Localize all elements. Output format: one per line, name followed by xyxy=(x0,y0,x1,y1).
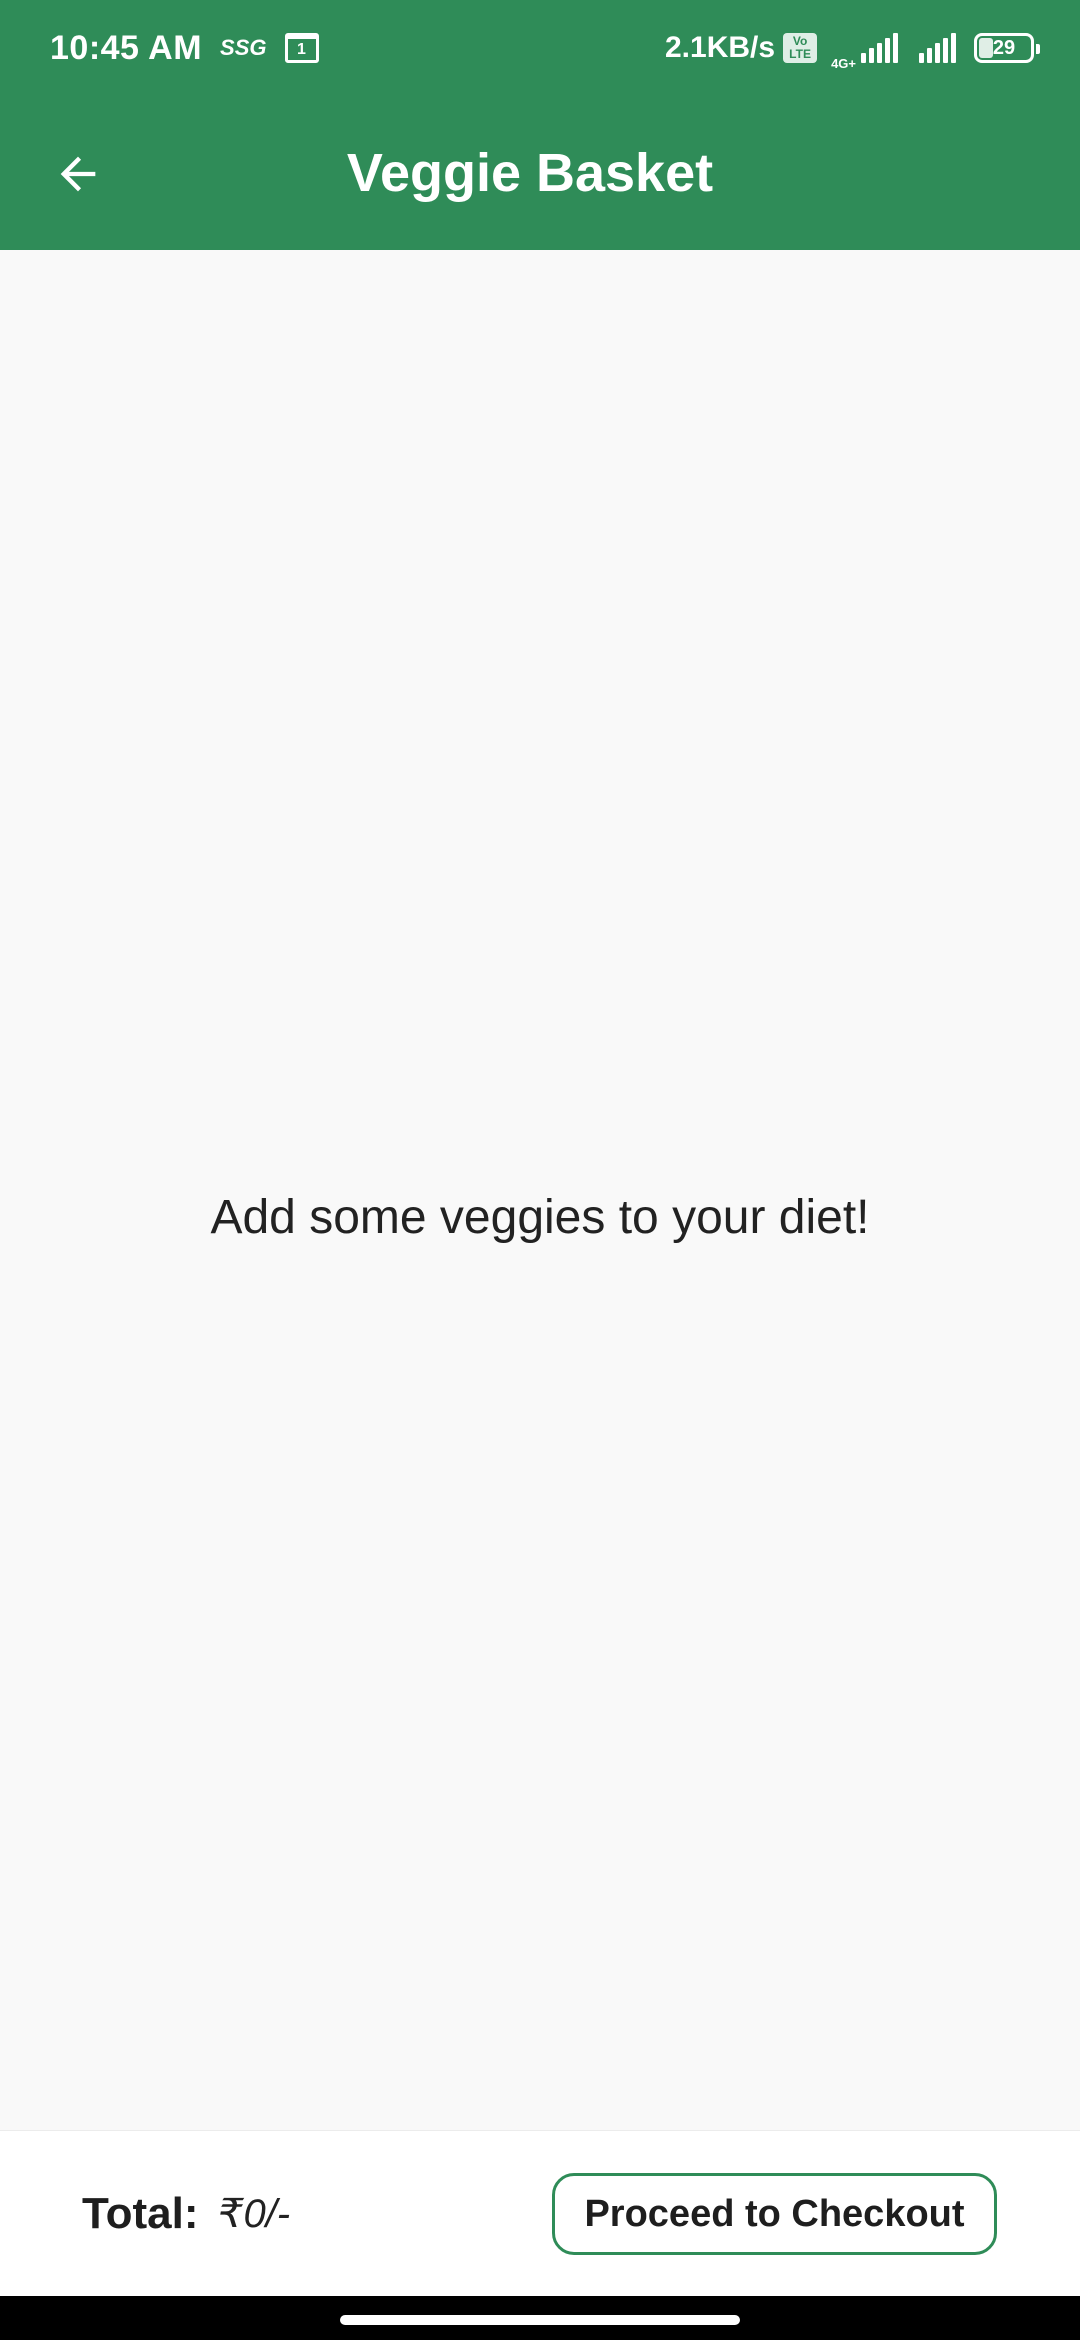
proceed-to-checkout-button[interactable]: Proceed to Checkout xyxy=(552,2173,997,2255)
arrow-left-icon xyxy=(60,156,96,192)
cart-content: Add some veggies to your diet! xyxy=(0,250,1080,2130)
empty-cart-message: Add some veggies to your diet! xyxy=(210,1191,870,1244)
calendar-icon: 1 xyxy=(284,33,319,63)
system-nav-bar xyxy=(0,2296,1080,2340)
checkout-bar: Total: ₹0/- Proceed to Checkout xyxy=(0,2130,1080,2296)
battery-icon: 29 xyxy=(974,33,1040,63)
home-indicator[interactable] xyxy=(340,2315,740,2325)
status-time: 10:45 AM xyxy=(50,28,203,67)
status-left: 10:45 AM SSG 1 xyxy=(50,29,319,68)
status-bar: 10:45 AM SSG 1 2.1KB/s Vo LTE 4G+ 29 xyxy=(0,0,1080,96)
back-button[interactable] xyxy=(40,136,116,212)
page-title: Veggie Basket xyxy=(346,143,714,203)
total-value: ₹0/- xyxy=(218,2192,291,2236)
volte-icon: Vo LTE xyxy=(783,33,818,63)
signal-icon xyxy=(858,33,898,63)
app-bar: Veggie Basket xyxy=(0,96,1080,250)
network-type: 4G+ xyxy=(831,55,856,71)
carrier-tag: SSG xyxy=(220,35,267,60)
battery-level: 29 xyxy=(992,36,1016,59)
total-label: Total: xyxy=(82,2189,199,2238)
network-speed: 2.1KB/s xyxy=(665,31,776,64)
signal-icon-2 xyxy=(916,33,956,63)
status-right: 2.1KB/s Vo LTE 4G+ 29 xyxy=(665,26,1040,71)
volte-bottom: LTE xyxy=(789,47,811,61)
